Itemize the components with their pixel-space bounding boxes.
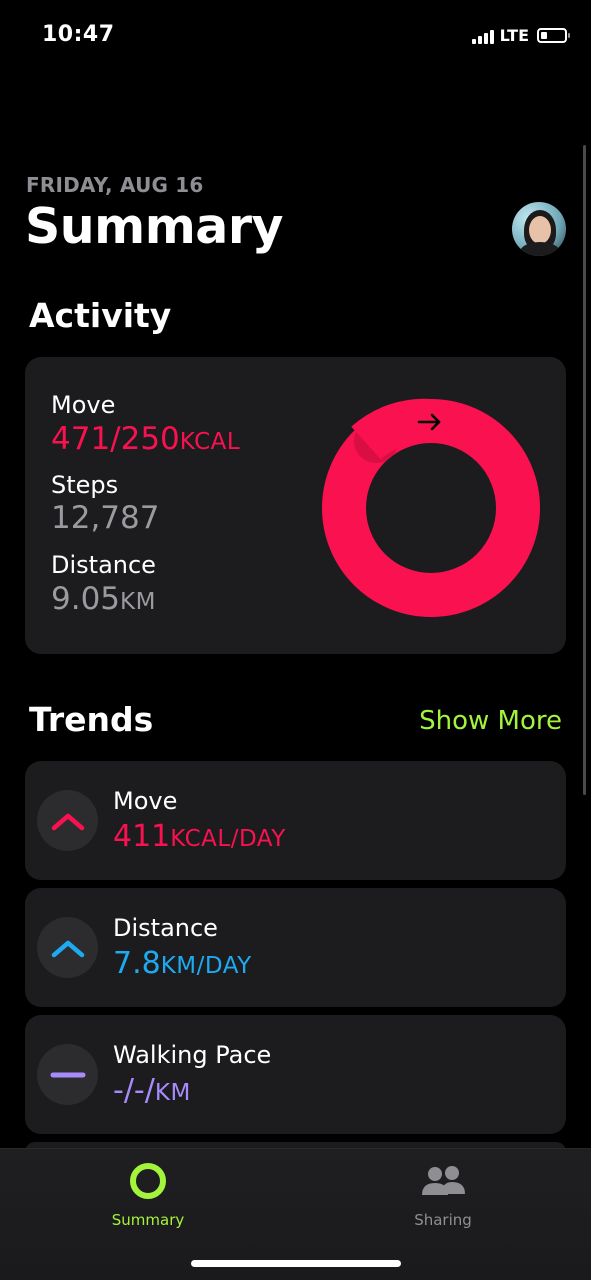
- trend-number: 411: [113, 819, 171, 854]
- move-value: 471/250KCAL: [51, 421, 240, 457]
- distance-unit: KM: [120, 589, 156, 615]
- trend-unit: KM/DAY: [160, 953, 252, 979]
- trend-value: -/-/KM: [113, 1073, 191, 1108]
- move-ring: [322, 398, 540, 617]
- move-unit: KCAL: [179, 429, 241, 455]
- trend-unit: KCAL/DAY: [170, 826, 286, 852]
- dash-icon: [37, 1044, 98, 1105]
- trend-card-distance[interactable]: Distance 7.8KM/DAY: [25, 888, 566, 1007]
- distance-label: Distance: [51, 551, 156, 579]
- steps-value: 12,787: [51, 500, 160, 536]
- tab-label: Sharing: [414, 1211, 472, 1229]
- battery-icon: [537, 28, 570, 43]
- page-title: Summary: [25, 198, 283, 255]
- distance-number: 9.05: [51, 581, 121, 617]
- trend-card-move[interactable]: Move 411KCAL/DAY: [25, 761, 566, 880]
- trends-section-title: Trends: [29, 700, 154, 739]
- activity-ring-icon: [130, 1163, 166, 1199]
- distance-value: 9.05KM: [51, 581, 156, 617]
- trend-unit: KM: [154, 1080, 191, 1106]
- chevron-up-icon: [37, 917, 98, 978]
- trend-label: Move: [113, 787, 178, 815]
- tab-sharing[interactable]: Sharing: [363, 1161, 523, 1229]
- status-indicators: LTE: [471, 26, 570, 45]
- scroll-indicator[interactable]: [583, 145, 586, 795]
- tab-label: Summary: [111, 1211, 185, 1229]
- show-more-link[interactable]: Show More: [419, 706, 562, 736]
- signal-icon: [471, 28, 494, 44]
- chevron-up-icon: [37, 790, 98, 851]
- trend-number: -/-/: [113, 1073, 155, 1108]
- trend-value: 7.8KM/DAY: [113, 946, 252, 981]
- activity-card[interactable]: Move 471/250KCAL Steps 12,787 Distance 9…: [25, 357, 566, 654]
- activity-section-title: Activity: [29, 296, 172, 335]
- trend-number: 7.8: [113, 946, 161, 981]
- trend-card-walking-pace[interactable]: Walking Pace -/-/KM: [25, 1015, 566, 1134]
- move-number: 471/250: [51, 421, 180, 457]
- date-label: FRIDAY, AUG 16: [26, 173, 204, 197]
- tab-summary[interactable]: Summary: [68, 1161, 228, 1229]
- avatar[interactable]: [512, 202, 566, 256]
- steps-label: Steps: [51, 471, 119, 499]
- network-type: LTE: [499, 26, 529, 45]
- move-label: Move: [51, 391, 116, 419]
- home-indicator[interactable]: [191, 1260, 401, 1267]
- trend-label: Walking Pace: [113, 1041, 272, 1069]
- trend-value: 411KCAL/DAY: [113, 819, 286, 854]
- trend-label: Distance: [113, 914, 218, 942]
- status-time: 10:47: [42, 22, 115, 47]
- people-icon: [422, 1166, 465, 1195]
